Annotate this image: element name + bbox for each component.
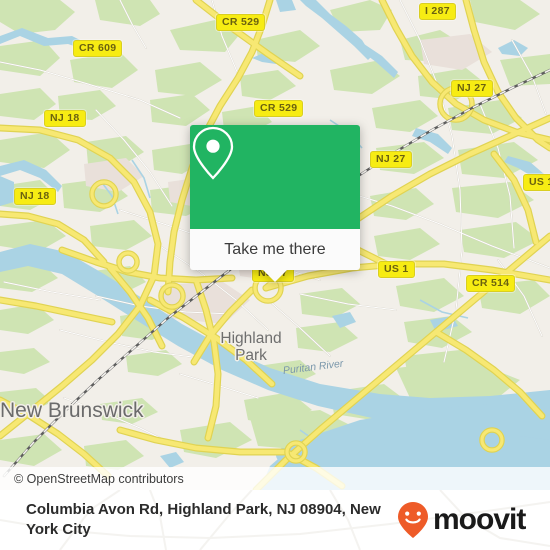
take-me-there-button[interactable]: Take me there (190, 229, 360, 270)
road-shield-nj-18-lower[interactable]: NJ 18 (14, 188, 56, 205)
road-shield-nj-27-north[interactable]: NJ 27 (451, 80, 493, 97)
take-me-there-label: Take me there (224, 240, 326, 258)
road-shield-i-287[interactable]: I 287 (419, 3, 456, 20)
moovit-logo[interactable]: moovit (396, 500, 526, 540)
location-popup-card[interactable]: Take me there (190, 125, 360, 282)
place-label-new-brunswick: New Brunswick (0, 399, 144, 422)
popup-icon-area (190, 125, 360, 229)
map-canvas[interactable]: Highland Park New Brunswick Puritan Rive… (0, 0, 550, 490)
road-shield-cr-609[interactable]: CR 609 (73, 40, 123, 57)
road-shield-cr-529-center[interactable]: CR 529 (254, 100, 304, 117)
road-shield-us-1-east[interactable]: US 1 (523, 174, 550, 191)
popup-pointer (262, 269, 288, 282)
road-shield-cr-514[interactable]: CR 514 (466, 275, 516, 292)
map-attribution-bar: © OpenStreetMap contributors (0, 467, 550, 490)
road-shield-nj-27-east[interactable]: NJ 27 (370, 151, 412, 168)
map-screenshot: Highland Park New Brunswick Puritan Rive… (0, 0, 550, 550)
moovit-smiley-pin-icon (398, 502, 428, 538)
road-shield-us-1-center[interactable]: US 1 (378, 261, 415, 278)
address-text: Columbia Avon Rd, Highland Park, NJ 0890… (26, 501, 381, 538)
osm-attribution-text[interactable]: © OpenStreetMap contributors (14, 472, 184, 486)
road-shield-nj-18-upper[interactable]: NJ 18 (44, 110, 86, 127)
moovit-wordmark: moovit (433, 503, 526, 536)
road-shield-cr-529-north[interactable]: CR 529 (216, 14, 266, 31)
place-label-highland-park: Highland Park (220, 330, 282, 364)
footer-bar: Columbia Avon Rd, Highland Park, NJ 0890… (0, 490, 550, 550)
map-pin-icon (192, 126, 234, 180)
